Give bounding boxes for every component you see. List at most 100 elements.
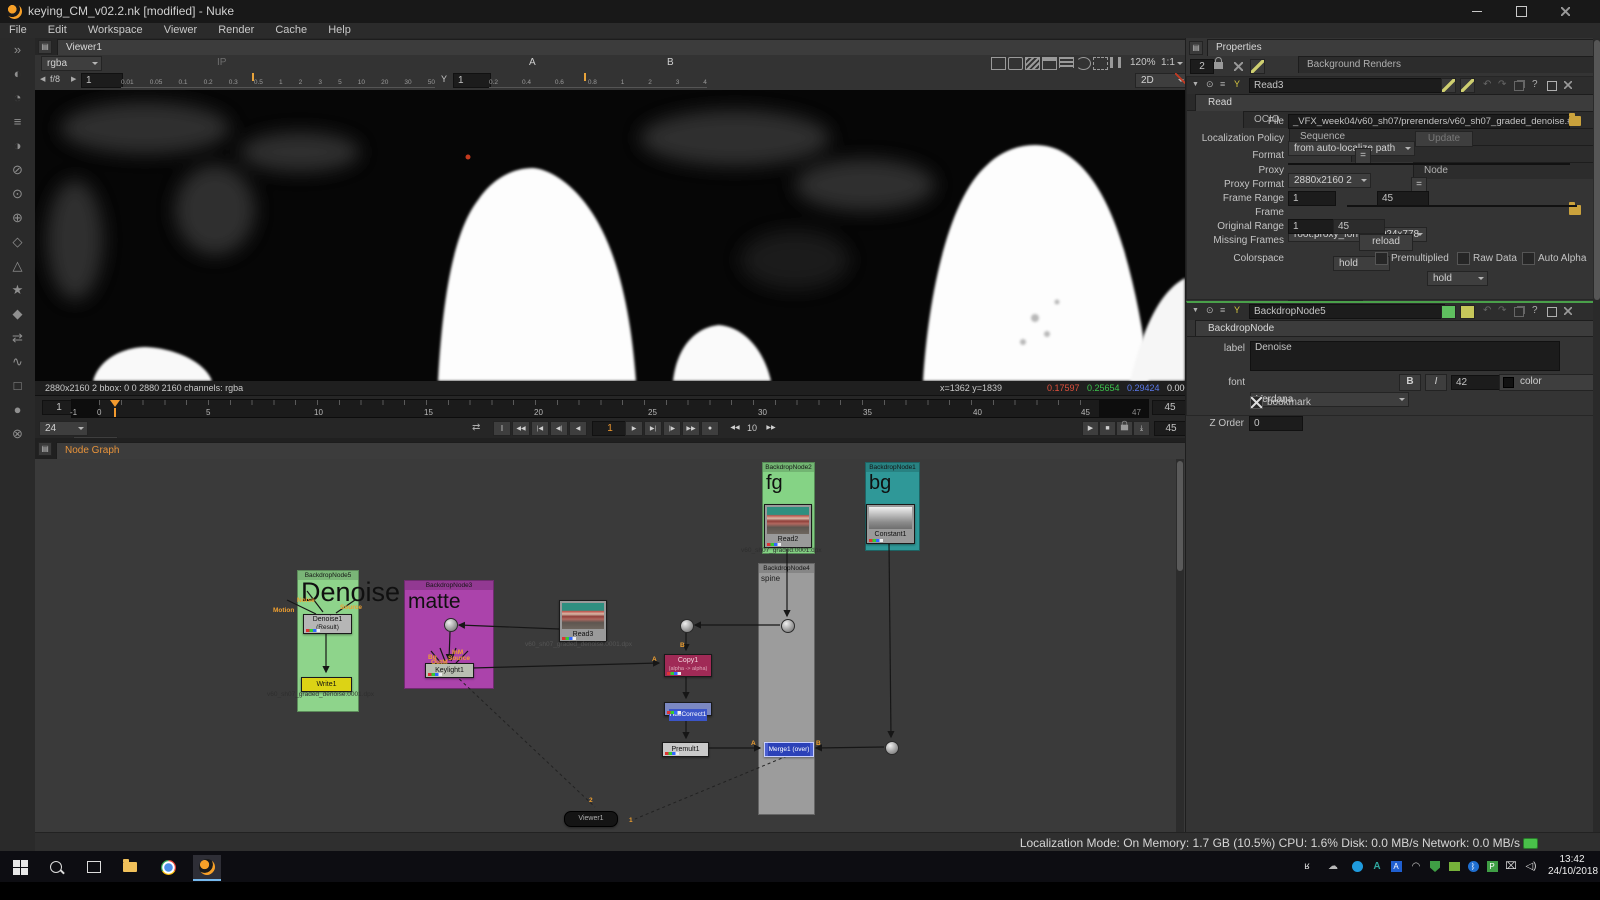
transport-prev-frame-button[interactable]: ◀|: [550, 421, 568, 436]
frame-range-start-field[interactable]: 1: [1288, 191, 1336, 206]
backdrop5-lines-icon[interactable]: ≡: [1220, 305, 1225, 315]
flipbook-stop-button[interactable]: ■: [1099, 421, 1116, 436]
backdrop5-textcolor-swatch[interactable]: [1460, 305, 1475, 319]
props-vscrollbar[interactable]: [1593, 38, 1600, 832]
toolbar-color-icon[interactable]: ◑: [0, 134, 35, 158]
transport-play-back-button[interactable]: ◀: [569, 421, 587, 436]
viewer-image[interactable]: [35, 90, 1185, 381]
node-graph[interactable]: BackdropNode5 BackdropNode3 BackdropNode…: [35, 459, 1185, 832]
update-button[interactable]: Update: [1415, 131, 1473, 147]
toolbar-filter-icon[interactable]: ⊘: [0, 158, 35, 182]
read3-undo-icon[interactable]: ↶: [1483, 79, 1491, 90]
file-explorer-button[interactable]: [118, 855, 142, 879]
transport-back-fast-button[interactable]: ◀◀: [512, 421, 530, 436]
zorder-field[interactable]: 0: [1249, 416, 1303, 431]
timeline-ruler[interactable]: -1 0 5 10 15 20 25 30 35 40 45 47: [70, 399, 1149, 418]
playhead[interactable]: [110, 400, 120, 417]
gamma-slider[interactable]: 0.2 0.4 0.6 0.8 1 2 3 4: [489, 73, 707, 88]
toolbar-3d-icon[interactable]: △: [0, 254, 35, 278]
step-fwd-button[interactable]: ▶▶: [763, 421, 779, 434]
gain-slider-handle[interactable]: [252, 73, 254, 81]
proxy-field[interactable]: [1288, 163, 1570, 165]
frame-range-end-field[interactable]: 45: [1377, 191, 1429, 206]
dot-node-bg[interactable]: [885, 741, 899, 755]
transport-last-frame-button[interactable]: |▶: [663, 421, 681, 436]
props-vscrollbar-thumb[interactable]: [1594, 40, 1600, 300]
fps-dropdown[interactable]: 24: [39, 421, 88, 436]
menu-workspace[interactable]: Workspace: [79, 24, 152, 36]
read3-edit2-icon[interactable]: [1460, 78, 1475, 93]
dot-node-matte[interactable]: [444, 618, 458, 632]
panels-lock-icon[interactable]: [1214, 57, 1223, 69]
taskbar-clock[interactable]: 13:42 24/10/2018: [1548, 854, 1598, 878]
current-frame-field[interactable]: 1: [592, 421, 628, 436]
toolbar-transform-icon[interactable]: ◇: [0, 230, 35, 254]
tray-defender-icon[interactable]: [1428, 860, 1442, 874]
transport-play-button[interactable]: ▶: [625, 421, 643, 436]
node-write1[interactable]: Write1: [301, 677, 352, 692]
timeline-range-end[interactable]: 45: [1152, 400, 1188, 415]
refresh-icon[interactable]: [1076, 57, 1091, 70]
toolbar-content-icon[interactable]: »: [0, 38, 35, 62]
read3-help-icon[interactable]: ?: [1532, 79, 1538, 90]
backdrop5-undo-icon[interactable]: ↶: [1483, 305, 1491, 316]
dag-pane-menu-icon[interactable]: ▤: [38, 442, 52, 456]
menu-file[interactable]: File: [0, 24, 36, 36]
close-button[interactable]: [1543, 0, 1587, 23]
toolbar-keyer-icon[interactable]: ⊙: [0, 182, 35, 206]
tray-autodesk-icon[interactable]: A: [1370, 860, 1384, 874]
reload-button[interactable]: reload: [1359, 234, 1413, 251]
tray-share-icon[interactable]: [1350, 860, 1364, 874]
read3-redo-icon[interactable]: ↷: [1498, 79, 1506, 90]
bookmark-checkbox[interactable]: [1250, 396, 1263, 409]
backdrop5-collapse-caret-icon[interactable]: ▼: [1192, 307, 1199, 314]
playback-end-field[interactable]: 45: [1154, 421, 1188, 436]
flipbook-play-button[interactable]: ▶: [1082, 421, 1099, 436]
gain-next-arrow[interactable]: ▶: [71, 75, 76, 83]
file-field[interactable]: _VFX_week04/v60_sh07/prerenders/v60_sh07…: [1288, 114, 1570, 129]
toolbar-merge-icon[interactable]: ⊕: [0, 206, 35, 230]
viewer-menu-caret-icon[interactable]: [1177, 62, 1183, 68]
menu-edit[interactable]: Edit: [39, 24, 76, 36]
nuke-taskbar-button[interactable]: [193, 855, 221, 881]
gamma-slider-handle[interactable]: [584, 73, 586, 81]
italic-button[interactable]: I: [1425, 374, 1447, 391]
toolbar-views-icon[interactable]: ⇄: [0, 326, 35, 350]
pane-menu-icon[interactable]: ▤: [38, 40, 52, 54]
backdrop5-name-field[interactable]: BackdropNode5: [1249, 304, 1445, 319]
tab-node-graph[interactable]: Node Graph: [56, 442, 1206, 459]
color-button[interactable]: color: [1499, 374, 1599, 391]
chrome-button[interactable]: [156, 855, 180, 879]
zoom-level[interactable]: 120%: [1130, 57, 1156, 68]
monitor-out-icon[interactable]: [1042, 57, 1057, 70]
backdrop5-center-icon[interactable]: ⊙: [1206, 305, 1214, 316]
gain-prev-arrow[interactable]: ◀: [40, 75, 45, 83]
frame-expression-field[interactable]: [1347, 205, 1577, 207]
maximize-button[interactable]: [1499, 0, 1543, 23]
pause-icon[interactable]: [1110, 57, 1123, 68]
toolbar-particles-icon[interactable]: ★: [0, 278, 35, 302]
roi-icon[interactable]: [1093, 57, 1108, 70]
auto-alpha-checkbox[interactable]: [1522, 252, 1535, 265]
toolbar-deep-icon[interactable]: ◆: [0, 302, 35, 326]
node-copy1[interactable]: Copy1 (alpha -> alpha): [664, 654, 712, 677]
transport-fwd-fast-button[interactable]: ▶▶: [682, 421, 700, 436]
scanline-icon[interactable]: [1059, 57, 1074, 68]
backdrop5-float-icon[interactable]: [1547, 307, 1557, 317]
node-read2[interactable]: Read2: [764, 504, 812, 548]
tray-network-icon[interactable]: ⌧: [1504, 860, 1518, 874]
toolbar-channel-icon[interactable]: ≡: [0, 110, 35, 134]
tray-onedrive-icon[interactable]: ☁: [1326, 860, 1340, 874]
localization-policy-dropdown[interactable]: from auto-localize path: [1288, 141, 1415, 156]
backdrop5-help-icon[interactable]: ?: [1532, 305, 1538, 316]
read3-copy-icon[interactable]: [1514, 81, 1524, 91]
backdrop5-close-icon[interactable]: [1564, 307, 1572, 315]
menu-help[interactable]: Help: [319, 24, 360, 36]
proxy-toggle-icon[interactable]: [1008, 57, 1023, 70]
wipe-icon[interactable]: [1025, 57, 1040, 70]
node-read3[interactable]: Read3: [559, 600, 607, 642]
gain-input[interactable]: 1: [81, 73, 123, 88]
node-viewer1[interactable]: Viewer1: [564, 811, 618, 827]
viewer1-tab[interactable]: Viewer1: [57, 39, 1207, 56]
file-browse-icon[interactable]: [1569, 113, 1581, 126]
